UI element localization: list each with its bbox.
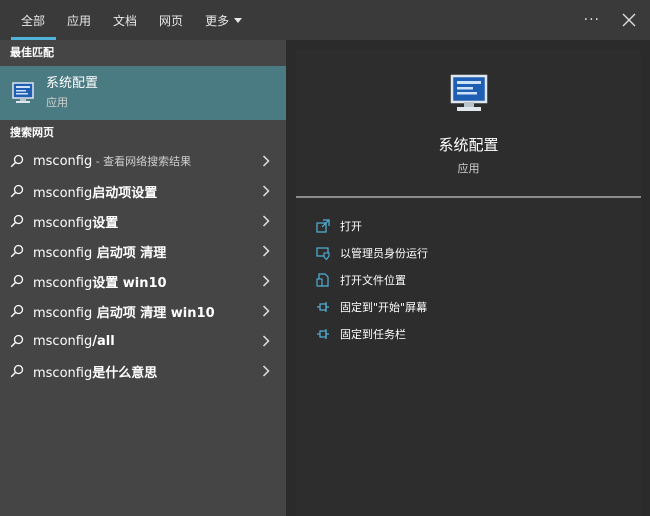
chevron-right-icon — [262, 155, 270, 167]
best-match-item[interactable]: 系统配置 应用 — [0, 66, 286, 120]
chevron-right-icon — [262, 245, 270, 257]
chevron-right-icon — [262, 275, 270, 287]
open-icon — [316, 218, 330, 233]
pin-icon — [317, 328, 329, 339]
best-match-kind: 应用 — [46, 96, 68, 109]
action-list: 打开 以管理员身份运行 打开文件位置 固定到"开始"屏幕 固定到任务栏 — [296, 198, 641, 347]
search-icon — [10, 244, 24, 258]
search-icon — [10, 334, 24, 348]
web-result-item[interactable]: msconfig 启动项 清理 — [0, 236, 286, 266]
result-suggestion: 设置 — [92, 215, 119, 231]
search-icon — [10, 214, 24, 228]
action-run-as-admin[interactable]: 以管理员身份运行 — [296, 239, 641, 266]
result-query: msconfig — [33, 185, 93, 201]
result-query: msconfig — [33, 215, 93, 231]
more-options-icon[interactable]: ··· — [584, 12, 600, 28]
chevron-down-icon — [234, 17, 243, 23]
result-suggestion: 启动项设置 — [92, 185, 158, 201]
web-result-item[interactable]: msconfig/all — [0, 326, 286, 356]
details-panel: 系统配置 应用 打开 以管理员身份运行 打开文件位置 固定到"开始"屏幕 固定到… — [296, 50, 641, 516]
web-result-item[interactable]: msconfig - 查看网络搜索结果 — [0, 146, 286, 176]
tab-label: 全部 — [21, 13, 46, 28]
action-label: 固定到任务栏 — [340, 327, 406, 341]
search-icon — [10, 304, 24, 318]
chevron-right-icon — [262, 335, 270, 347]
chevron-right-icon — [262, 185, 270, 197]
result-query: msconfig — [33, 275, 93, 291]
details-title: 系统配置 — [438, 136, 499, 154]
web-result-item[interactable]: msconfig是什么意思 — [0, 356, 286, 386]
chevron-right-icon — [262, 365, 270, 377]
action-open-file-location[interactable]: 打开文件位置 — [296, 266, 641, 293]
search-icon — [10, 154, 24, 168]
tab-all[interactable]: 全部 — [0, 0, 57, 40]
tab-label: 网页 — [159, 13, 184, 28]
pin-icon — [317, 301, 329, 312]
system-config-icon — [450, 74, 487, 111]
best-match-heading: 最佳匹配 — [10, 46, 54, 59]
tab-apps[interactable]: 应用 — [56, 0, 102, 40]
web-result-item[interactable]: msconfig启动项设置 — [0, 176, 286, 206]
web-result-item[interactable]: msconfig设置 — [0, 206, 286, 236]
action-label: 打开 — [340, 219, 362, 233]
tab-label: 更多 — [205, 13, 230, 28]
search-filter-bar: 全部 应用 文档 网页 更多 ··· — [0, 0, 650, 40]
result-query: msconfig — [33, 365, 93, 381]
result-query: msconfig — [33, 333, 93, 349]
action-pin-to-taskbar[interactable]: 固定到任务栏 — [296, 320, 641, 347]
web-result-item[interactable]: msconfig 启动项 清理 win10 — [0, 296, 286, 326]
tab-web[interactable]: 网页 — [148, 0, 194, 40]
chevron-right-icon — [262, 215, 270, 227]
action-open[interactable]: 打开 — [296, 212, 641, 239]
result-query: msconfig — [33, 305, 93, 321]
tab-more[interactable]: 更多 — [194, 0, 253, 40]
tab-label: 文档 — [113, 13, 138, 28]
best-match-name: 系统配置 — [46, 76, 99, 91]
system-config-icon — [12, 82, 34, 103]
web-result-item[interactable]: msconfig设置 win10 — [0, 266, 286, 296]
search-icon — [10, 184, 24, 198]
result-query: msconfig — [33, 245, 93, 261]
close-icon[interactable] — [622, 13, 636, 27]
details-kind: 应用 — [457, 162, 480, 175]
shield-icon — [316, 246, 330, 260]
search-icon — [10, 274, 24, 288]
file-location-icon — [316, 272, 329, 287]
chevron-right-icon — [262, 305, 270, 317]
result-suggestion: 是什么意思 — [92, 365, 158, 381]
result-suggestion: 设置 win10 — [92, 275, 167, 291]
tab-label: 应用 — [67, 13, 92, 28]
result-hint: - 查看网络搜索结果 — [92, 155, 192, 168]
search-icon — [10, 364, 24, 378]
result-suggestion: 启动项 清理 — [92, 245, 167, 261]
tab-documents[interactable]: 文档 — [102, 0, 148, 40]
result-suggestion: 启动项 清理 win10 — [92, 305, 215, 321]
result-query: msconfig — [33, 154, 93, 169]
action-pin-to-start[interactable]: 固定到"开始"屏幕 — [296, 293, 641, 320]
action-label: 固定到"开始"屏幕 — [340, 300, 428, 314]
results-panel: 最佳匹配 系统配置 应用 搜索网页 msconfig - 查看网络搜索结果 ms… — [0, 40, 286, 516]
result-suggestion: /all — [92, 333, 115, 349]
web-search-heading: 搜索网页 — [10, 126, 54, 139]
action-label: 以管理员身份运行 — [340, 246, 428, 260]
action-label: 打开文件位置 — [340, 273, 406, 287]
web-results-list: msconfig - 查看网络搜索结果 msconfig启动项设置 msconf… — [0, 146, 286, 386]
details-header: 系统配置 应用 — [296, 50, 641, 198]
